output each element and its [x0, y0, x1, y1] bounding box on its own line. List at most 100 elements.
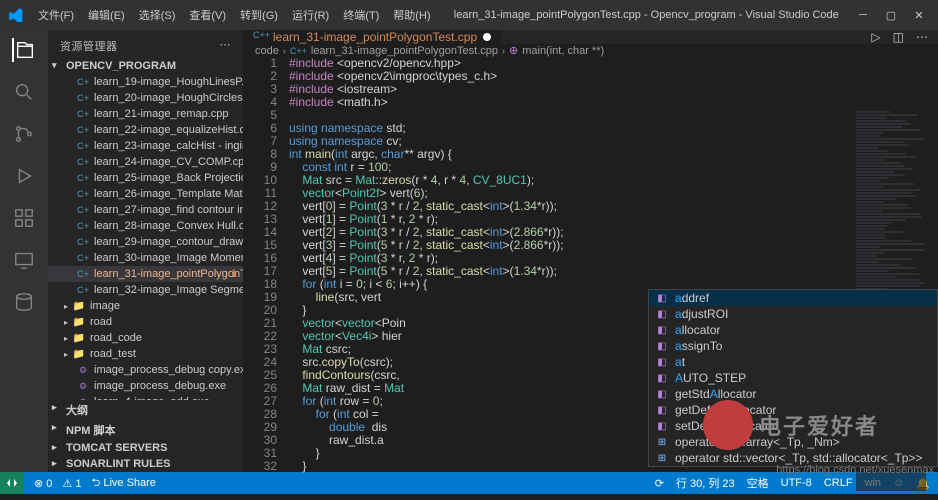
- maximize-button[interactable]: ▢: [884, 9, 898, 22]
- file-item[interactable]: C+learn_28-image_Convex Hull.cpp: [48, 218, 243, 234]
- bc-file[interactable]: learn_31-image_pointPolygonTest.cpp: [311, 45, 498, 57]
- folder-item[interactable]: 📁road_code: [48, 330, 243, 346]
- intellisense-item[interactable]: ◧allocator: [649, 322, 937, 338]
- folder-item[interactable]: 📁road_test: [48, 346, 243, 362]
- extensions-icon[interactable]: [12, 206, 36, 230]
- sidebar-title: 资源管理器: [60, 38, 118, 54]
- sonarlint-section[interactable]: SONARLINT RULES: [48, 456, 243, 472]
- sidebar-more-icon[interactable]: ⋯: [220, 38, 232, 54]
- completion-kind-icon: ◧: [655, 339, 669, 353]
- watermark-overlay: 电子爱好者: [703, 400, 879, 450]
- remote-status[interactable]: [0, 472, 24, 494]
- chevron-right-icon: ›: [502, 46, 505, 56]
- encoding[interactable]: UTF-8: [781, 477, 812, 489]
- intellisense-item[interactable]: ◧addref: [649, 290, 937, 306]
- file-item[interactable]: ⚙image_process_debug.exe: [48, 378, 243, 394]
- cpp-file-icon: C+: [76, 251, 90, 265]
- title-bar: 文件(F) 编辑(E) 选择(S) 查看(V) 转到(G) 运行(R) 终端(T…: [0, 0, 938, 30]
- project-section-header[interactable]: OPENCV_PROGRAM: [48, 58, 243, 74]
- completion-kind-icon: ◧: [655, 307, 669, 321]
- completion-kind-icon: ◧: [655, 387, 669, 401]
- file-item[interactable]: C+learn_21-image_remap.cpp: [48, 106, 243, 122]
- menu-edit[interactable]: 编辑(E): [82, 3, 131, 27]
- file-item[interactable]: C+learn_23-image_calcHist - inginging.cp…: [48, 138, 243, 154]
- completion-kind-icon: ◧: [655, 323, 669, 337]
- completion-kind-icon: ◧: [655, 403, 669, 417]
- intellisense-item[interactable]: ◧adjustROI: [649, 306, 937, 322]
- more-actions-icon[interactable]: ⋯: [916, 30, 928, 44]
- cpp-file-icon: C+: [76, 235, 90, 249]
- explorer-icon[interactable]: [12, 38, 36, 62]
- run-debug-icon[interactable]: [12, 164, 36, 188]
- completion-kind-icon: ◧: [655, 419, 669, 433]
- activity-bar: [0, 30, 48, 472]
- completion-kind-icon: ◧: [655, 355, 669, 369]
- file-item[interactable]: C+learn_25-image_Back Projection.cpp: [48, 170, 243, 186]
- cpp-file-icon: C+: [76, 203, 90, 217]
- line-gutter: 1234567891011121314151617181920212223242…: [243, 57, 289, 473]
- warning-count[interactable]: ⚠ 1: [62, 477, 81, 490]
- function-icon: ⊕: [509, 44, 518, 57]
- error-count[interactable]: ⊗ 0: [34, 477, 52, 490]
- eol[interactable]: CRLF: [824, 477, 853, 489]
- file-item[interactable]: C+learn_22-image_equalizeHist.cpp: [48, 122, 243, 138]
- menu-view[interactable]: 查看(V): [183, 3, 232, 27]
- file-item[interactable]: C+learn_19-image_HoughLinesP.cpp: [48, 74, 243, 90]
- file-item[interactable]: C+learn_31-image_pointPolygonTest.cpp1: [48, 266, 243, 282]
- file-item[interactable]: C+learn_30-image_Image Moments.cpp: [48, 250, 243, 266]
- cpp-file-icon: C+: [76, 283, 90, 297]
- file-item[interactable]: ⚙image_process_debug copy.exe: [48, 362, 243, 378]
- intellisense-item[interactable]: ◧assignTo: [649, 338, 937, 354]
- explorer-sidebar: 资源管理器 ⋯ OPENCV_PROGRAM C+learn_19-image_…: [48, 30, 243, 472]
- file-item[interactable]: C+learn_27-image_find contour in your im…: [48, 202, 243, 218]
- modified-dot-icon: [483, 33, 491, 41]
- folder-icon: 📁: [72, 347, 86, 361]
- source-control-icon[interactable]: [12, 122, 36, 146]
- tomcat-section[interactable]: TOMCAT SERVERS: [48, 440, 243, 456]
- bc-symbol[interactable]: main(int, char **): [522, 45, 604, 57]
- file-item[interactable]: C+learn_24-image_CV_COMP.cpp: [48, 154, 243, 170]
- file-item[interactable]: C+learn_26-image_Template Match.cpp: [48, 186, 243, 202]
- file-item[interactable]: C+learn_20-image_HoughCircles.cpp: [48, 90, 243, 106]
- remote-icon[interactable]: [12, 248, 36, 272]
- split-editor-icon[interactable]: ◫: [893, 30, 904, 44]
- cpp-file-icon: C++: [253, 30, 267, 44]
- tab-label: learn_31-image_pointPolygonTest.cpp: [273, 30, 477, 44]
- cpp-file-icon: C++: [290, 46, 307, 56]
- menu-selection[interactable]: 选择(S): [133, 3, 182, 27]
- minimize-button[interactable]: ─: [856, 9, 870, 22]
- sync-status-icon[interactable]: ⟳: [655, 477, 664, 490]
- cursor-position[interactable]: 行 30, 列 23: [676, 475, 735, 491]
- npm-section[interactable]: NPM 脚本: [48, 420, 243, 440]
- menu-terminal[interactable]: 终端(T): [337, 3, 385, 27]
- file-tree: C+learn_19-image_HoughLinesP.cppC+learn_…: [48, 74, 243, 400]
- menu-bar: 文件(F) 编辑(E) 选择(S) 查看(V) 转到(G) 运行(R) 终端(T…: [32, 3, 437, 27]
- tab-active[interactable]: C++ learn_31-image_pointPolygonTest.cpp: [243, 30, 502, 44]
- vscode-logo-icon: [8, 7, 24, 23]
- file-item[interactable]: C+learn_29-image_contour_draw_rect_ect.c…: [48, 234, 243, 250]
- folder-item[interactable]: 📁image: [48, 298, 243, 314]
- cpp-file-icon: C+: [76, 107, 90, 121]
- file-item[interactable]: C+learn_32-image_Image Segmentation.cpp: [48, 282, 243, 298]
- outline-section[interactable]: 大纲: [48, 400, 243, 420]
- cpp-file-icon: C+: [76, 187, 90, 201]
- editor-tabs: C++ learn_31-image_pointPolygonTest.cpp …: [243, 30, 938, 44]
- intellisense-item[interactable]: ◧at: [649, 354, 937, 370]
- menu-run[interactable]: 运行(R): [286, 3, 335, 27]
- completion-kind-icon: ⊞: [655, 451, 669, 465]
- intellisense-item[interactable]: ◧AUTO_STEP: [649, 370, 937, 386]
- folder-icon: 📁: [72, 299, 86, 313]
- menu-go[interactable]: 转到(G): [234, 3, 284, 27]
- cpp-file-icon: C+: [76, 267, 90, 281]
- run-code-icon[interactable]: ▷: [871, 30, 880, 44]
- search-icon[interactable]: [12, 80, 36, 104]
- menu-file[interactable]: 文件(F): [32, 3, 80, 27]
- live-share-status[interactable]: ⮌ Live Share: [91, 474, 155, 493]
- folder-item[interactable]: 📁road: [48, 314, 243, 330]
- database-icon[interactable]: [12, 290, 36, 314]
- close-button[interactable]: ✕: [912, 9, 926, 22]
- menu-help[interactable]: 帮助(H): [387, 3, 436, 27]
- bc-folder[interactable]: code: [255, 45, 279, 57]
- exe-file-icon: ⚙: [76, 379, 90, 393]
- indentation[interactable]: 空格: [747, 475, 769, 491]
